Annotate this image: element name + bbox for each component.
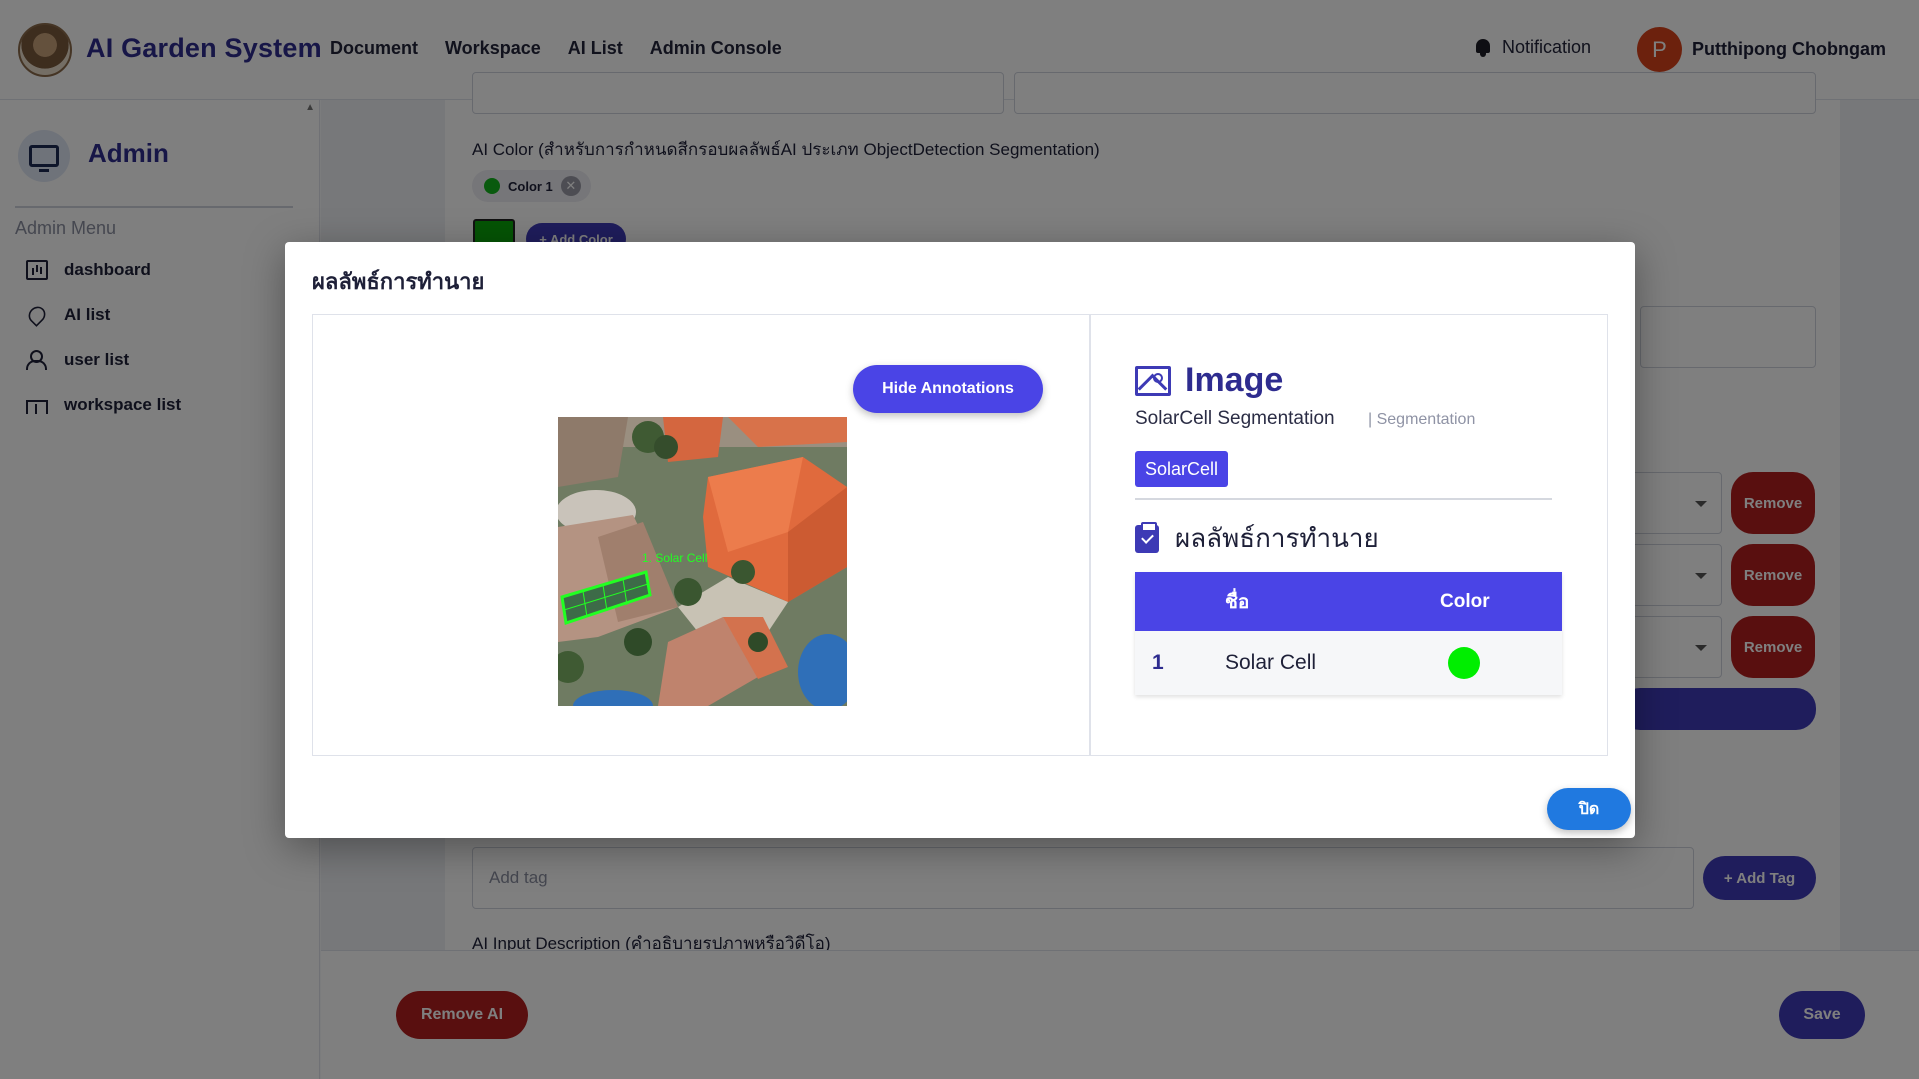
image-title: Image <box>1185 361 1284 399</box>
image-preview-panel: Hide Annotations 1. Solar Cell <box>312 314 1090 756</box>
clipboard-check-icon <box>1135 521 1159 553</box>
annotation-label: 1. Solar Cell <box>642 551 707 565</box>
prediction-info-panel: Image SolarCell Segmentation | Segmentat… <box>1090 314 1608 756</box>
column-header-name: ชื่อ <box>1225 591 1250 613</box>
image-icon <box>1135 365 1171 396</box>
model-type: | Segmentation <box>1368 411 1476 428</box>
column-header-color: Color <box>1440 590 1490 612</box>
row-name: Solar Cell <box>1225 651 1317 674</box>
row-color-cell <box>1440 647 1562 679</box>
prediction-title: ผลลัพธ์การทำนาย <box>1175 523 1379 553</box>
row-index: 1 <box>1152 651 1164 674</box>
prediction-result-dialog: ผลลัพธ์การทำนาย Hide Annotations 1. Sola… <box>285 242 1635 838</box>
table-header: ชื่อ Color <box>1135 572 1562 631</box>
dialog-title: ผลลัพธ์การทำนาย <box>312 269 485 294</box>
model-name: SolarCell Segmentation <box>1135 408 1335 429</box>
satellite-image: 1. Solar Cell <box>558 417 847 706</box>
divider <box>1135 498 1552 500</box>
table-row: 1 Solar Cell <box>1135 631 1562 695</box>
model-tag: SolarCell <box>1135 451 1229 487</box>
color-swatch-dot <box>1448 647 1480 679</box>
prediction-table: ชื่อ Color 1 Solar Cell <box>1135 572 1562 695</box>
hide-annotations-button[interactable]: Hide Annotations <box>853 365 1043 413</box>
prediction-header: ผลลัพธ์การทำนาย <box>1135 518 1379 559</box>
image-header: Image <box>1135 361 1283 400</box>
satellite-image-drawing: 1. Solar Cell <box>558 417 847 706</box>
close-dialog-button[interactable]: ปิด <box>1547 788 1631 830</box>
